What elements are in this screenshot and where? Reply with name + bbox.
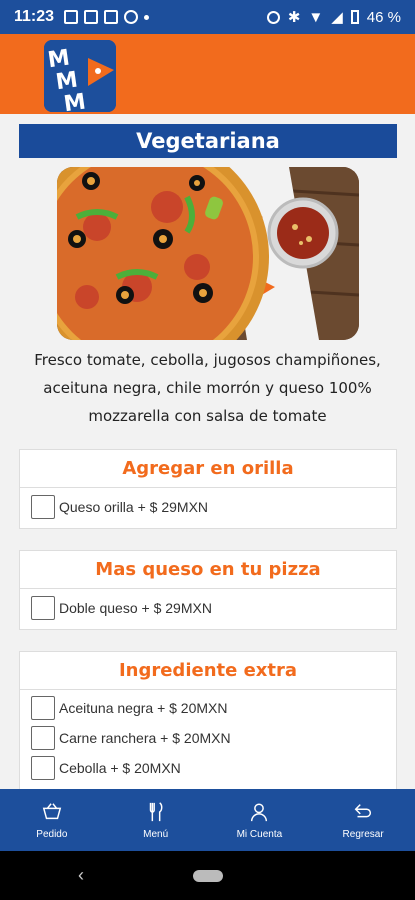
option-label: Queso orilla + $ 29MXN xyxy=(59,499,209,515)
option-label: Carne ranchera + $ 20MXN xyxy=(59,730,231,746)
section-ingrediente-extra: Ingrediente extra Aceituna negra + $ 20M… xyxy=(19,651,397,790)
bluetooth-icon: ✱ xyxy=(287,9,301,26)
news-notification-icon xyxy=(84,10,99,24)
nav-menu[interactable]: Menú xyxy=(104,789,208,851)
alarm-notification-icon xyxy=(124,10,139,24)
option-checkbox[interactable] xyxy=(31,596,55,620)
product-description: Fresco tomate, cebolla, jugosos champiño… xyxy=(34,351,381,425)
wifi-icon: ▼ xyxy=(308,8,324,26)
nav-mi-cuenta[interactable]: Mi Cuenta xyxy=(208,789,312,851)
product-image xyxy=(57,167,359,340)
logo-graphic: M M M xyxy=(44,40,116,112)
svg-text:M: M xyxy=(62,89,87,112)
option-row[interactable]: Aceituna negra + $ 20MXN xyxy=(20,693,396,723)
nav-regresar[interactable]: Regresar xyxy=(311,789,415,851)
section-title: Mas queso en tu pizza xyxy=(20,551,396,589)
nav-label: Regresar xyxy=(342,828,384,840)
image-notification-icon xyxy=(64,10,79,24)
system-back-icon[interactable]: ‹ xyxy=(78,865,84,886)
pizza-photo xyxy=(57,167,359,340)
option-row[interactable]: Cebolla + $ 20MXN xyxy=(20,753,396,783)
section-agregar-orilla: Agregar en orilla Queso orilla + $ 29MXN xyxy=(19,449,397,529)
nav-label: Menú xyxy=(143,828,169,840)
option-label: Cebolla + $ 20MXN xyxy=(59,760,181,776)
nav-label: Mi Cuenta xyxy=(236,828,283,840)
section-title: Ingrediente extra xyxy=(20,652,396,690)
nav-label: Pedido xyxy=(36,828,68,840)
option-row[interactable]: Carne ranchera + $ 20MXN xyxy=(20,723,396,753)
option-checkbox[interactable] xyxy=(31,696,55,720)
nav-pedido[interactable]: Pedido xyxy=(0,789,104,851)
user-icon xyxy=(251,802,268,821)
app-header: M M M xyxy=(0,34,415,114)
status-time: 11:23 xyxy=(14,8,55,25)
status-bar: 11:23 ✱ ▼ ◢ 46 % xyxy=(0,0,415,34)
notification-icons xyxy=(64,10,150,24)
option-row[interactable]: Queso orilla + $ 29MXN xyxy=(20,492,396,522)
battery-percent: 46 % xyxy=(366,8,401,26)
system-navigation-bar: ‹ xyxy=(0,851,415,900)
fork-knife-icon xyxy=(149,801,163,821)
signal-icon: ◢ xyxy=(331,9,343,26)
option-label: Doble queso + $ 29MXN xyxy=(59,600,212,616)
facebook-notification-icon xyxy=(104,10,119,24)
battery-icon xyxy=(350,10,359,24)
system-home-pill[interactable] xyxy=(193,870,223,882)
product-title: Vegetariana xyxy=(19,124,397,158)
more-notifications-icon xyxy=(144,14,150,20)
alarm-icon xyxy=(266,10,280,24)
bottom-navigation: Pedido Menú Mi Cuenta Regresar xyxy=(0,789,415,851)
return-arrow-icon xyxy=(354,803,372,817)
basket-icon xyxy=(42,802,62,819)
app-logo[interactable]: M M M xyxy=(44,40,116,112)
option-checkbox[interactable] xyxy=(31,756,55,780)
option-checkbox[interactable] xyxy=(31,726,55,750)
section-title: Agregar en orilla xyxy=(20,450,396,488)
option-label: Aceituna negra + $ 20MXN xyxy=(59,700,228,716)
section-mas-queso: Mas queso en tu pizza Doble queso + $ 29… xyxy=(19,550,397,630)
option-row[interactable]: Doble queso + $ 29MXN xyxy=(20,593,396,623)
product-detail[interactable]: Vegetariana Fresco tomate, cebolla, jugo… xyxy=(0,114,415,790)
option-checkbox[interactable] xyxy=(31,495,55,519)
